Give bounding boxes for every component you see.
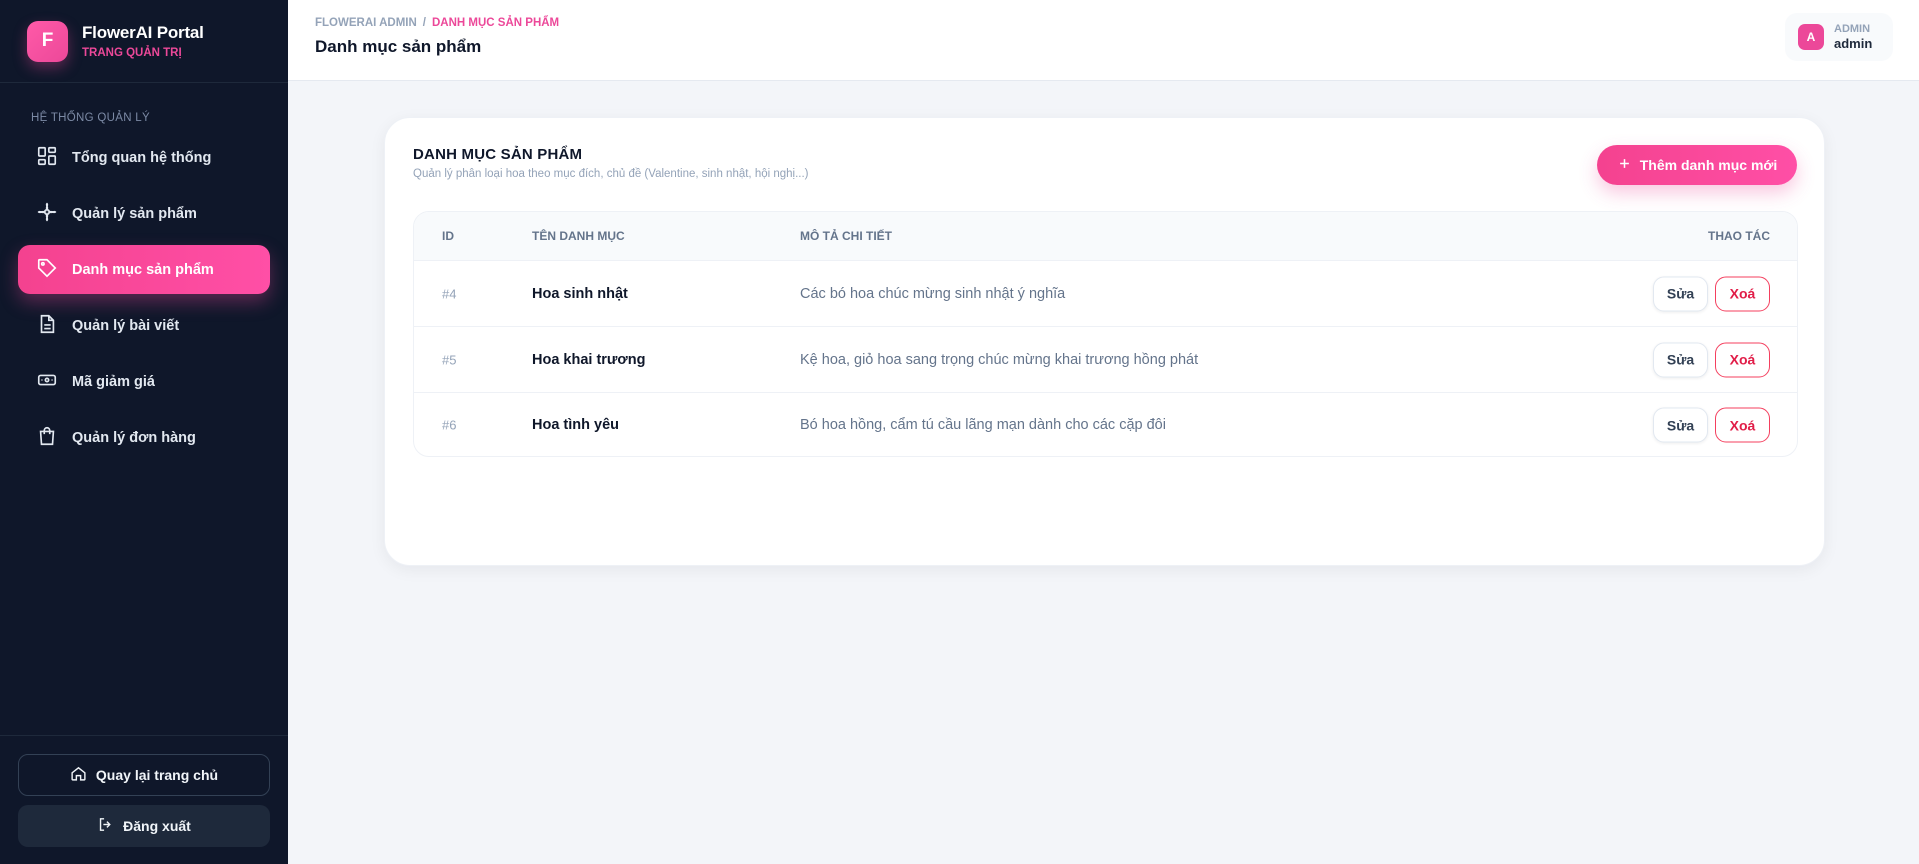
document-icon: [36, 313, 58, 339]
tag-icon: [36, 257, 58, 283]
sidebar-item-coupons[interactable]: Mã giảm giá: [18, 357, 270, 406]
edit-button[interactable]: Sửa: [1653, 276, 1708, 311]
column-header-name: TÊN DANH MỤC: [532, 229, 625, 243]
sidebar-item-label: Danh mục sản phẩm: [72, 261, 214, 278]
sidebar-item-label: Quản lý đơn hàng: [72, 429, 196, 446]
row-name: Hoa khai trương: [532, 351, 646, 368]
sidebar-item-articles[interactable]: Quản lý bài viết: [18, 301, 270, 350]
brand[interactable]: F FlowerAI Portal TRANG QUẢN TRỊ: [0, 0, 288, 83]
table-row: #6 Hoa tình yêu Bó hoa hồng, cẩm tú cầu …: [414, 393, 1797, 456]
categories-card: DANH MỤC SẢN PHẨM Quản lý phân loại hoa …: [384, 117, 1825, 566]
brand-subtitle: TRANG QUẢN TRỊ: [82, 47, 182, 59]
row-description: Kệ hoa, giỏ hoa sang trọng chúc mừng kha…: [800, 351, 1199, 368]
row-id: #5: [442, 352, 457, 367]
brand-title: FlowerAI Portal: [82, 23, 204, 42]
sidebar-footer: Quay lại trang chủ Đăng xuất: [0, 735, 288, 864]
shopping-bag-icon: [36, 425, 58, 451]
page-title: Danh mục sản phẩm: [315, 37, 482, 56]
row-id: #4: [442, 286, 457, 301]
home-icon: [70, 765, 96, 785]
sidebar-item-dashboard[interactable]: Tổng quan hệ thống: [18, 133, 270, 182]
table-header: ID TÊN DANH MỤC MÔ TẢ CHI TIẾT THAO TÁC: [414, 212, 1797, 261]
column-header-id: ID: [442, 229, 454, 243]
delete-button[interactable]: Xoá: [1715, 342, 1770, 377]
row-id: #6: [442, 417, 457, 433]
nav-heading: HỆ THỐNG QUẢN LÝ: [31, 112, 150, 124]
sidebar-nav: Tổng quan hệ thống Quản lý sản phẩm Danh…: [0, 133, 288, 462]
row-description: Bó hoa hồng, cẩm tú cầu lãng mạn dành ch…: [800, 417, 1166, 433]
delete-button[interactable]: Xoá: [1715, 276, 1770, 311]
edit-button[interactable]: Sửa: [1653, 342, 1708, 377]
sidebar: F FlowerAI Portal TRANG QUẢN TRỊ HỆ THỐN…: [0, 0, 288, 864]
row-description: Các bó hoa chúc mừng sinh nhật ý nghĩa: [800, 285, 1066, 302]
user-name: admin: [1834, 35, 1873, 51]
card-subtitle: Quản lý phân loại hoa theo mục đích, chủ…: [413, 168, 809, 180]
sidebar-item-label: Tổng quan hệ thống: [72, 149, 212, 166]
row-name: Hoa tình yêu: [532, 417, 620, 433]
logout-label: Đăng xuất: [123, 818, 191, 834]
user-menu[interactable]: A ADMIN admin: [1785, 13, 1893, 61]
sidebar-item-label: Mã giảm giá: [72, 373, 155, 390]
sidebar-item-label: Quản lý sản phẩm: [72, 205, 197, 222]
row-actions: Sửa Xoá: [1653, 276, 1770, 311]
card-title: DANH MỤC SẢN PHẨM: [413, 146, 583, 163]
add-category-label: Thêm danh mục mới: [1639, 157, 1778, 173]
edit-button[interactable]: Sửa: [1653, 407, 1708, 443]
sidebar-item-products[interactable]: Quản lý sản phẩm: [18, 189, 270, 238]
logout-button[interactable]: Đăng xuất: [18, 805, 270, 847]
delete-button[interactable]: Xoá: [1715, 407, 1770, 443]
breadcrumb: FLOWERAI ADMIN / DANH MỤC SẢN PHẨM: [315, 17, 559, 29]
avatar: A: [1798, 24, 1824, 50]
row-actions: Sửa Xoá: [1653, 342, 1770, 377]
back-home-label: Quay lại trang chủ: [95, 767, 219, 783]
user-role: ADMIN: [1834, 22, 1871, 35]
sidebar-item-label: Quản lý bài viết: [72, 317, 180, 334]
add-category-button[interactable]: Thêm danh mục mới: [1597, 145, 1797, 185]
topbar: FLOWERAI ADMIN / DANH MỤC SẢN PHẨM Danh mụ…: [288, 0, 1919, 81]
categories-table: ID TÊN DANH MỤC MÔ TẢ CHI TIẾT THAO TÁC …: [413, 211, 1798, 457]
table-row: #5 Hoa khai trương Kệ hoa, giỏ hoa sang …: [414, 327, 1797, 393]
column-header-actions: THAO TÁC: [1708, 229, 1770, 243]
back-home-button[interactable]: Quay lại trang chủ: [18, 754, 270, 796]
row-name: Hoa sinh nhật: [532, 285, 628, 302]
logout-icon: [97, 816, 123, 836]
dashboard-grid-icon: [36, 145, 58, 171]
breadcrumb-root[interactable]: FLOWERAI ADMIN: [315, 17, 417, 29]
brand-logo: F: [27, 20, 68, 62]
sidebar-item-orders[interactable]: Quản lý đơn hàng: [18, 413, 270, 462]
breadcrumb-current: DANH MỤC SẢN PHẨM: [432, 17, 560, 29]
breadcrumb-separator: /: [422, 17, 426, 29]
column-header-description: MÔ TẢ CHI TIẾT: [800, 229, 892, 243]
sidebar-item-categories[interactable]: Danh mục sản phẩm: [18, 245, 270, 294]
flower-icon: [36, 201, 58, 227]
plus-icon: [1617, 156, 1640, 174]
table-row: #4 Hoa sinh nhật Các bó hoa chúc mừng si…: [414, 261, 1797, 327]
ticket-icon: [36, 369, 58, 395]
row-actions: Sửa Xoá: [1653, 407, 1770, 443]
